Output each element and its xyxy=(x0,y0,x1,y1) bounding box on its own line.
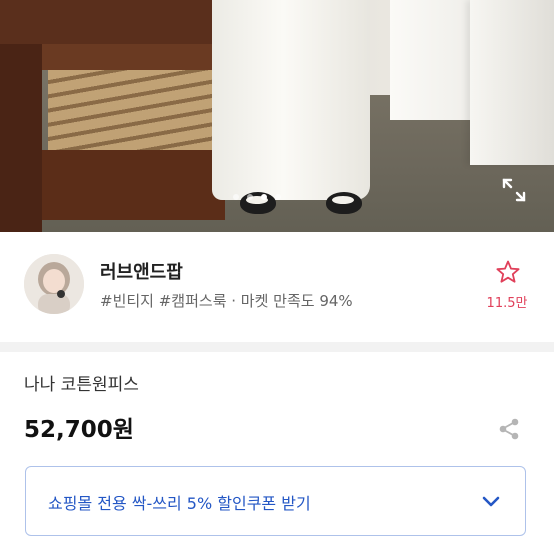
product-price: 52,700원 xyxy=(24,417,134,443)
carousel-dot[interactable] xyxy=(247,194,253,200)
coupon-label: 쇼핑몰 전용 싹-쓰리 5% 할인쿠폰 받기 xyxy=(48,494,311,513)
coupon-button[interactable]: 쇼핑몰 전용 싹-쓰리 5% 할인쿠폰 받기 xyxy=(25,466,526,536)
drawer-front xyxy=(40,150,225,220)
section-divider xyxy=(0,342,554,352)
product-name: 나나 코튼원피스 xyxy=(24,375,139,395)
carousel-indicator xyxy=(233,194,281,200)
seller-tags: #빈티지 #캠퍼스룩 · 마켓 만족도 94% xyxy=(100,292,353,310)
photo-desk xyxy=(0,0,225,232)
product-image-carousel[interactable] xyxy=(0,0,554,232)
carousel-dot[interactable] xyxy=(275,194,281,200)
desk-side xyxy=(40,44,225,70)
shoe-right xyxy=(326,192,362,214)
share-icon[interactable] xyxy=(496,416,522,442)
star-icon[interactable] xyxy=(495,259,521,285)
seller-name[interactable]: 러브앤드팝 xyxy=(100,258,183,284)
product-dress xyxy=(212,0,370,200)
desk-top xyxy=(0,0,225,44)
expand-icon[interactable] xyxy=(500,176,528,204)
like-count: 11.5만 xyxy=(486,296,528,311)
chevron-down-icon xyxy=(482,496,500,507)
avatar-illustration xyxy=(24,254,84,314)
carousel-dot[interactable] xyxy=(233,194,239,200)
carousel-dot[interactable] xyxy=(261,194,267,200)
seller-avatar[interactable] xyxy=(24,254,84,314)
photo-pedestal xyxy=(470,0,554,165)
desk-leg xyxy=(0,44,42,232)
